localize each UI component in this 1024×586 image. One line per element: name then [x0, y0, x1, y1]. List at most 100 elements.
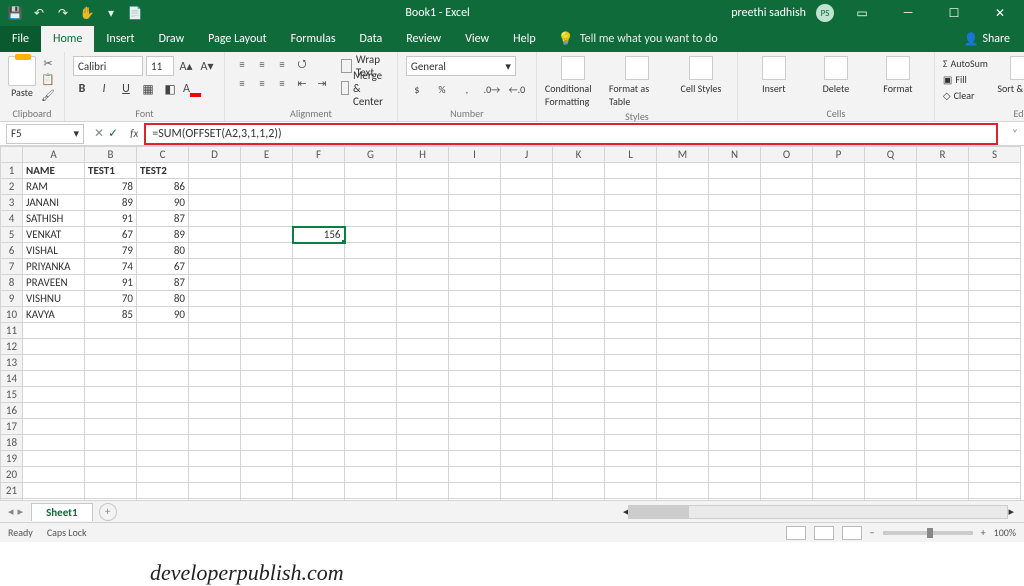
cell-N10[interactable]: [709, 307, 761, 323]
cell-O20[interactable]: [761, 467, 813, 483]
cell-I3[interactable]: [449, 195, 501, 211]
cell-B2[interactable]: 78: [85, 179, 137, 195]
cell-G4[interactable]: [345, 211, 397, 227]
column-header-P[interactable]: P: [813, 147, 865, 163]
cell-Q9[interactable]: [865, 291, 917, 307]
cell-J5[interactable]: [501, 227, 553, 243]
percent-format-icon[interactable]: %: [431, 80, 453, 98]
cell-J8[interactable]: [501, 275, 553, 291]
cell-N12[interactable]: [709, 339, 761, 355]
qat-dropdown-icon[interactable]: ▾: [102, 4, 120, 22]
cell-S4[interactable]: [969, 211, 1021, 227]
cell-G2[interactable]: [345, 179, 397, 195]
cell-M19[interactable]: [657, 451, 709, 467]
cell-F5[interactable]: 156: [293, 227, 345, 243]
cell-L20[interactable]: [605, 467, 657, 483]
cell-N14[interactable]: [709, 371, 761, 387]
cell-F3[interactable]: [293, 195, 345, 211]
cell-G21[interactable]: [345, 483, 397, 499]
cell-I6[interactable]: [449, 243, 501, 259]
column-header-E[interactable]: E: [241, 147, 293, 163]
add-sheet-button[interactable]: +: [99, 503, 117, 521]
cell-J12[interactable]: [501, 339, 553, 355]
cell-C20[interactable]: [137, 467, 189, 483]
cell-S10[interactable]: [969, 307, 1021, 323]
touch-mode-icon[interactable]: ✋: [78, 4, 96, 22]
cell-S20[interactable]: [969, 467, 1021, 483]
cell-R4[interactable]: [917, 211, 969, 227]
cell-J13[interactable]: [501, 355, 553, 371]
cell-F9[interactable]: [293, 291, 345, 307]
cell-L1[interactable]: [605, 163, 657, 179]
cell-K3[interactable]: [553, 195, 605, 211]
cell-M5[interactable]: [657, 227, 709, 243]
cell-D11[interactable]: [189, 323, 241, 339]
cell-P17[interactable]: [813, 419, 865, 435]
font-name-select[interactable]: Calibri: [73, 56, 143, 76]
cell-C4[interactable]: 87: [137, 211, 189, 227]
cell-E13[interactable]: [241, 355, 293, 371]
cell-L18[interactable]: [605, 435, 657, 451]
row-header-10[interactable]: 10: [1, 307, 23, 323]
format-as-table-button[interactable]: Format as Table: [609, 56, 665, 108]
column-header-I[interactable]: I: [449, 147, 501, 163]
cell-H10[interactable]: [397, 307, 449, 323]
cell-N8[interactable]: [709, 275, 761, 291]
cell-F7[interactable]: [293, 259, 345, 275]
cell-I4[interactable]: [449, 211, 501, 227]
cell-A21[interactable]: [23, 483, 85, 499]
cell-F4[interactable]: [293, 211, 345, 227]
decrease-decimal-icon[interactable]: ←.0: [506, 80, 528, 98]
cell-Q19[interactable]: [865, 451, 917, 467]
cell-O6[interactable]: [761, 243, 813, 259]
cell-R10[interactable]: [917, 307, 969, 323]
cell-L16[interactable]: [605, 403, 657, 419]
cell-F12[interactable]: [293, 339, 345, 355]
cell-L9[interactable]: [605, 291, 657, 307]
cell-M6[interactable]: [657, 243, 709, 259]
fill-button[interactable]: ▣Fill: [943, 72, 988, 87]
column-header-S[interactable]: S: [969, 147, 1021, 163]
cell-C10[interactable]: 90: [137, 307, 189, 323]
cell-M18[interactable]: [657, 435, 709, 451]
cell-P9[interactable]: [813, 291, 865, 307]
column-header-B[interactable]: B: [85, 147, 137, 163]
cell-C8[interactable]: 87: [137, 275, 189, 291]
cell-D19[interactable]: [189, 451, 241, 467]
cell-B17[interactable]: [85, 419, 137, 435]
ribbon-options-icon[interactable]: ▭: [844, 0, 880, 26]
cell-R12[interactable]: [917, 339, 969, 355]
minimize-icon[interactable]: —: [890, 0, 926, 26]
cell-J20[interactable]: [501, 467, 553, 483]
cell-E3[interactable]: [241, 195, 293, 211]
cell-H2[interactable]: [397, 179, 449, 195]
cell-K4[interactable]: [553, 211, 605, 227]
cell-R8[interactable]: [917, 275, 969, 291]
cell-N4[interactable]: [709, 211, 761, 227]
cell-G6[interactable]: [345, 243, 397, 259]
tell-me-search[interactable]: 💡 Tell me what you want to do: [548, 32, 950, 47]
cell-A8[interactable]: PRAVEEN: [23, 275, 85, 291]
cell-G5[interactable]: [345, 227, 397, 243]
cell-H5[interactable]: [397, 227, 449, 243]
cell-A1[interactable]: NAME: [23, 163, 85, 179]
cancel-formula-icon[interactable]: ✕: [94, 126, 104, 141]
cell-E11[interactable]: [241, 323, 293, 339]
cell-M15[interactable]: [657, 387, 709, 403]
cell-O5[interactable]: [761, 227, 813, 243]
cell-E21[interactable]: [241, 483, 293, 499]
cell-D4[interactable]: [189, 211, 241, 227]
name-box[interactable]: F5▾: [6, 124, 84, 144]
cell-I19[interactable]: [449, 451, 501, 467]
cell-K2[interactable]: [553, 179, 605, 195]
row-header-5[interactable]: 5: [1, 227, 23, 243]
cell-R3[interactable]: [917, 195, 969, 211]
cell-H4[interactable]: [397, 211, 449, 227]
cell-O19[interactable]: [761, 451, 813, 467]
cell-F1[interactable]: [293, 163, 345, 179]
cell-H7[interactable]: [397, 259, 449, 275]
cell-L4[interactable]: [605, 211, 657, 227]
sheet-prev-icon[interactable]: ◂: [8, 505, 14, 518]
cell-G10[interactable]: [345, 307, 397, 323]
cell-P2[interactable]: [813, 179, 865, 195]
